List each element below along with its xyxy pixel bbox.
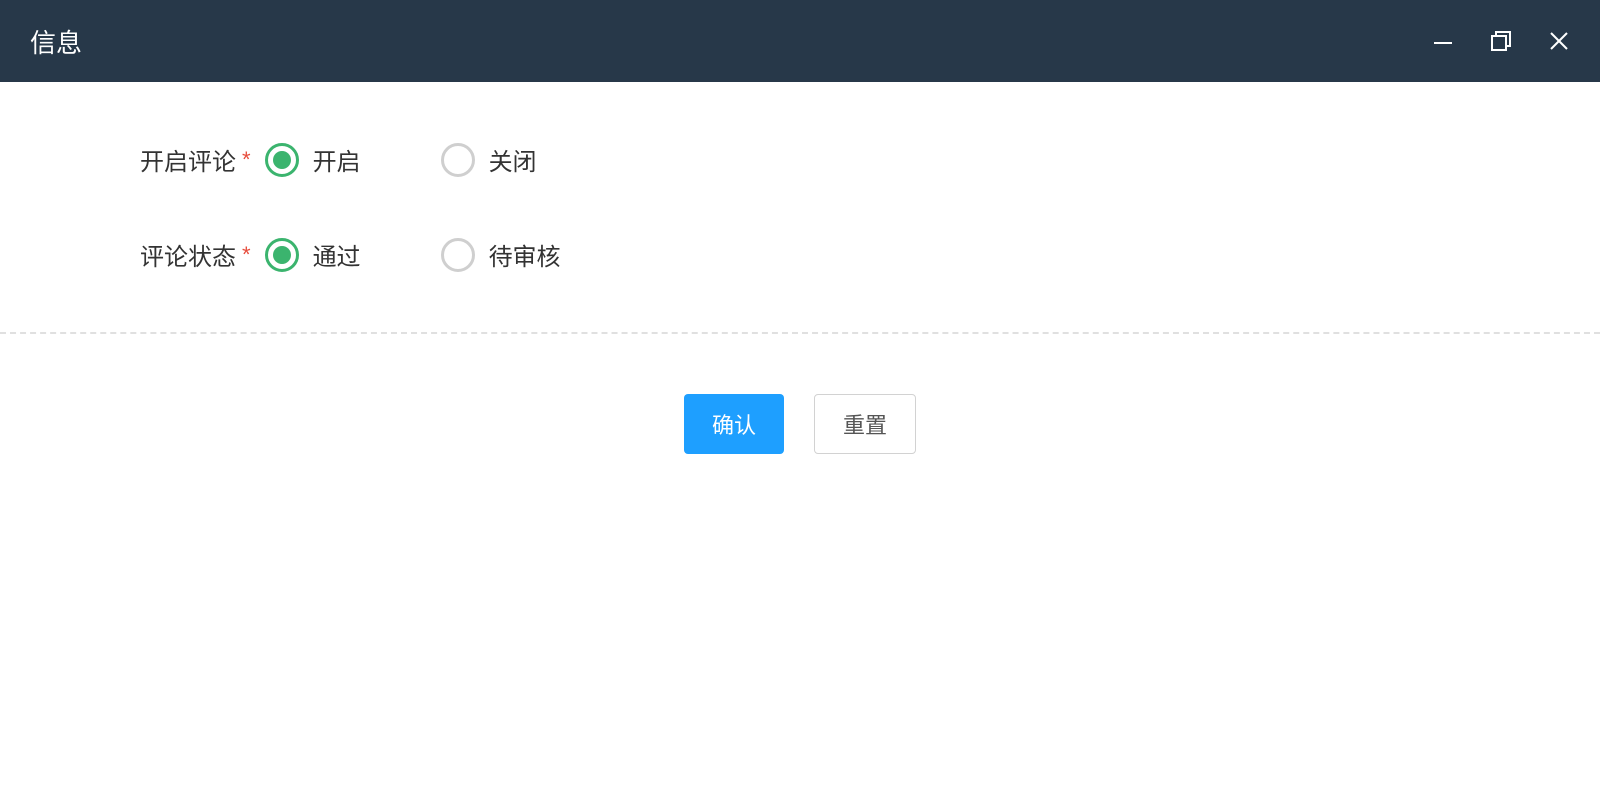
comment-status-radio-pending[interactable]: 待审核 bbox=[441, 237, 561, 272]
radio-icon bbox=[265, 143, 299, 177]
enable-comments-radio-on[interactable]: 开启 bbox=[265, 142, 361, 177]
radio-label: 开启 bbox=[313, 142, 361, 177]
comment-status-radio-group: 通过 待审核 bbox=[265, 237, 561, 272]
radio-icon bbox=[441, 143, 475, 177]
divider bbox=[0, 332, 1600, 334]
reset-button[interactable]: 重置 bbox=[814, 394, 916, 454]
comment-status-label: 评论状态 bbox=[140, 237, 236, 272]
form-content: 开启评论 * 开启 关闭 评论状态 * 通过 bbox=[0, 82, 1600, 272]
radio-label: 待审核 bbox=[489, 237, 561, 272]
window-controls bbox=[1432, 30, 1570, 52]
window-title: 信息 bbox=[30, 23, 82, 60]
maximize-icon[interactable] bbox=[1490, 30, 1512, 52]
enable-comments-label: 开启评论 bbox=[140, 142, 236, 177]
required-mark: * bbox=[242, 242, 251, 268]
enable-comments-radio-group: 开启 关闭 bbox=[265, 142, 537, 177]
window-titlebar: 信息 bbox=[0, 0, 1600, 82]
close-icon[interactable] bbox=[1548, 30, 1570, 52]
radio-label: 关闭 bbox=[489, 142, 537, 177]
button-row: 确认 重置 bbox=[0, 394, 1600, 454]
radio-icon bbox=[441, 238, 475, 272]
radio-label: 通过 bbox=[313, 237, 361, 272]
enable-comments-radio-off[interactable]: 关闭 bbox=[441, 142, 537, 177]
required-mark: * bbox=[242, 147, 251, 173]
comment-status-radio-pass[interactable]: 通过 bbox=[265, 237, 361, 272]
enable-comments-row: 开启评论 * 开启 关闭 bbox=[140, 142, 1460, 177]
minimize-icon[interactable] bbox=[1432, 30, 1454, 52]
comment-status-row: 评论状态 * 通过 待审核 bbox=[140, 237, 1460, 272]
radio-icon bbox=[265, 238, 299, 272]
confirm-button[interactable]: 确认 bbox=[684, 394, 784, 454]
